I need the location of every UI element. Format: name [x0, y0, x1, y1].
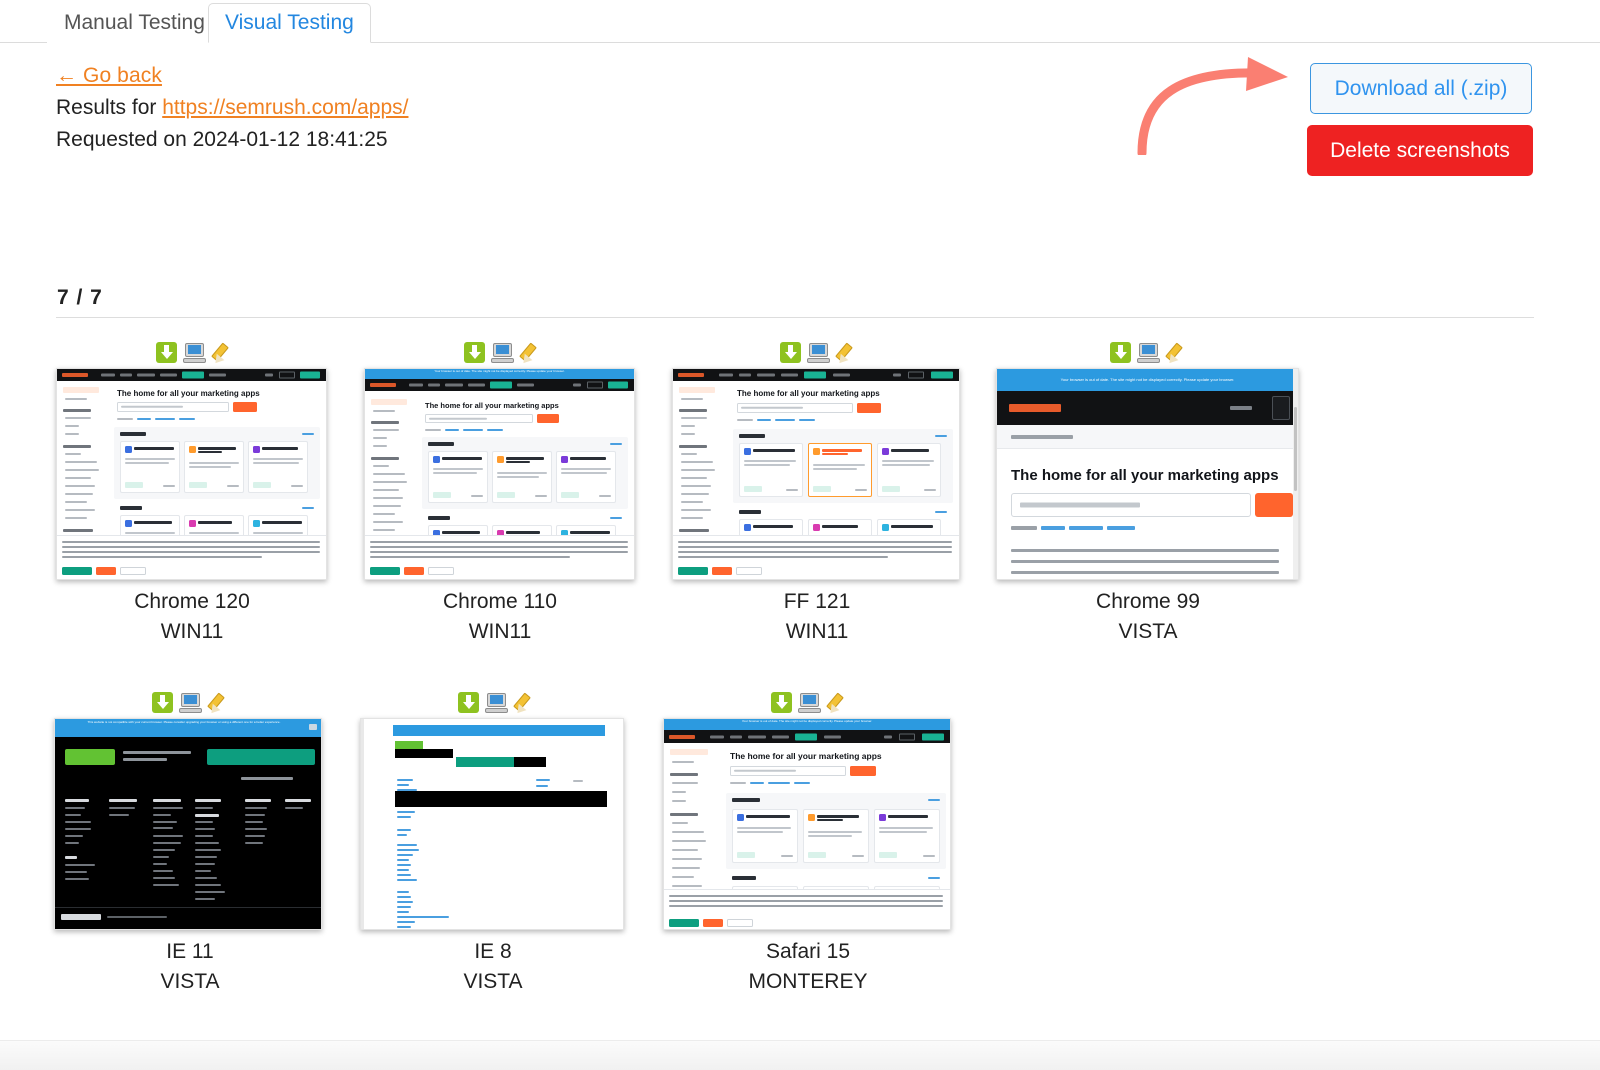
mini-page-render: The home for all your marketing apps	[673, 369, 959, 579]
screenshot-thumbnail[interactable]: Your browser is out of date. The site mi…	[996, 368, 1299, 580]
tab-bar: Manual Testing Visual Testing	[0, 0, 1600, 43]
delete-screenshots-label: Delete screenshots	[1330, 138, 1510, 162]
mini-heading: The home for all your marketing apps	[737, 389, 880, 398]
thumbnail-browser-label: FF 121	[783, 590, 851, 613]
thumbnail-actions	[156, 342, 234, 367]
go-back-link[interactable]: ← Go back	[56, 64, 162, 88]
mini-heading: The home for all your marketing apps	[730, 751, 882, 761]
computer-icon[interactable]	[491, 342, 514, 363]
mini-page-render: This website is not compatible with your…	[55, 719, 321, 929]
thumbnail-os-label: WIN11	[468, 620, 532, 643]
thumbnail-os-label: WIN11	[785, 620, 849, 643]
computer-icon[interactable]	[183, 342, 206, 363]
results-for-line: Results for https://semrush.com/apps/	[56, 96, 408, 120]
tab-visual-testing-label: Visual Testing	[225, 11, 354, 34]
pencil-icon[interactable]	[211, 342, 234, 367]
mini-page-render: Your browser is out of date. The site mi…	[997, 369, 1298, 579]
download-icon[interactable]	[156, 342, 177, 363]
thumbnail-actions	[1110, 342, 1188, 367]
mini-heading: The home for all your marketing apps	[117, 389, 260, 398]
computer-icon[interactable]	[179, 692, 202, 713]
pencil-icon[interactable]	[207, 692, 230, 717]
download-icon[interactable]	[780, 342, 801, 363]
thumbnail-os-label: WIN11	[160, 620, 224, 643]
mini-heading: The home for all your marketing apps	[425, 401, 559, 410]
pencil-icon[interactable]	[1165, 342, 1188, 367]
thumbnail-os-label: VISTA	[463, 970, 523, 993]
thumbnail-browser-label: Chrome 120	[134, 590, 250, 613]
download-all-label: Download all (.zip)	[1334, 76, 1508, 100]
pencil-icon[interactable]	[826, 692, 849, 717]
visual-testing-page: Manual Testing Visual Testing ← Go back …	[0, 0, 1600, 1070]
mini-page-render: Your browser is out of date. The site mi…	[664, 719, 950, 929]
mini-heading: The home for all your marketing apps	[1011, 467, 1279, 484]
pencil-icon[interactable]	[519, 342, 542, 367]
mini-browser-banner: Your browser is out of date. The site mi…	[741, 719, 873, 723]
tab-manual-testing[interactable]: Manual Testing	[47, 3, 222, 43]
download-icon[interactable]	[152, 692, 173, 713]
computer-icon[interactable]	[798, 692, 821, 713]
thumbnail-os-label: VISTA	[160, 970, 220, 993]
thumbnail-actions	[458, 692, 536, 717]
thumbnail-browser-label: IE 8	[474, 940, 512, 963]
thumbnail-browser-label: Chrome 99	[1096, 590, 1200, 613]
pencil-icon[interactable]	[835, 342, 858, 367]
thumbnail-browser-label: Chrome 110	[442, 590, 557, 613]
screenshot-thumbnail[interactable]: Your browser is out of date. The site mi…	[663, 718, 951, 930]
download-icon[interactable]	[458, 692, 479, 713]
computer-icon[interactable]	[485, 692, 508, 713]
page-bottom-strip	[0, 1040, 1600, 1070]
counter-divider	[56, 317, 1534, 318]
download-icon[interactable]	[464, 342, 485, 363]
thumbnail-actions	[464, 342, 542, 367]
thumbnail-actions	[771, 692, 849, 717]
screenshot-thumbnail[interactable]: Your browser is out of date. The site mi…	[364, 368, 635, 580]
computer-icon[interactable]	[807, 342, 830, 363]
screenshot-counter: 7 / 7	[57, 286, 103, 309]
mini-page-render: The home for all your marketing apps	[57, 369, 326, 579]
thumbnail-browser-label: Safari 15	[765, 940, 851, 963]
results-for-label: Results for	[56, 96, 163, 119]
requested-on-text: Requested on 2024-01-12 18:41:25	[56, 128, 388, 151]
screenshot-thumbnail[interactable]	[360, 718, 624, 930]
curved-arrow-icon	[1137, 57, 1288, 155]
tab-manual-testing-label: Manual Testing	[64, 11, 205, 34]
mini-page-render	[361, 719, 623, 929]
mini-scrollbar[interactable]	[1293, 369, 1298, 579]
screenshot-thumbnail[interactable]: This website is not compatible with your…	[54, 718, 322, 930]
thumbnail-actions	[780, 342, 858, 367]
mini-ie-banner: This website is not compatible with your…	[87, 720, 281, 724]
tested-url-link[interactable]: https://semrush.com/apps/	[162, 96, 408, 119]
thumbnail-os-label: MONTEREY	[748, 970, 868, 993]
download-icon[interactable]	[1110, 342, 1131, 363]
mini-browser-banner: Your browser is out of date. The site mi…	[1060, 377, 1235, 382]
screenshot-thumbnail[interactable]: The home for all your marketing apps	[672, 368, 960, 580]
thumbnail-actions	[152, 692, 230, 717]
download-icon[interactable]	[771, 692, 792, 713]
thumbnail-browser-label: IE 11	[166, 940, 214, 963]
computer-icon[interactable]	[1137, 342, 1160, 363]
mini-page-render: Your browser is out of date. The site mi…	[365, 369, 634, 579]
delete-screenshots-button[interactable]: Delete screenshots	[1307, 125, 1533, 176]
pencil-icon[interactable]	[513, 692, 536, 717]
download-all-button[interactable]: Download all (.zip)	[1310, 63, 1532, 114]
tab-visual-testing[interactable]: Visual Testing	[208, 3, 371, 43]
mini-browser-banner: Your browser is out of date. The site mi…	[434, 369, 565, 373]
screenshot-thumbnail[interactable]: The home for all your marketing apps	[56, 368, 327, 580]
thumbnail-os-label: VISTA	[1118, 620, 1178, 643]
